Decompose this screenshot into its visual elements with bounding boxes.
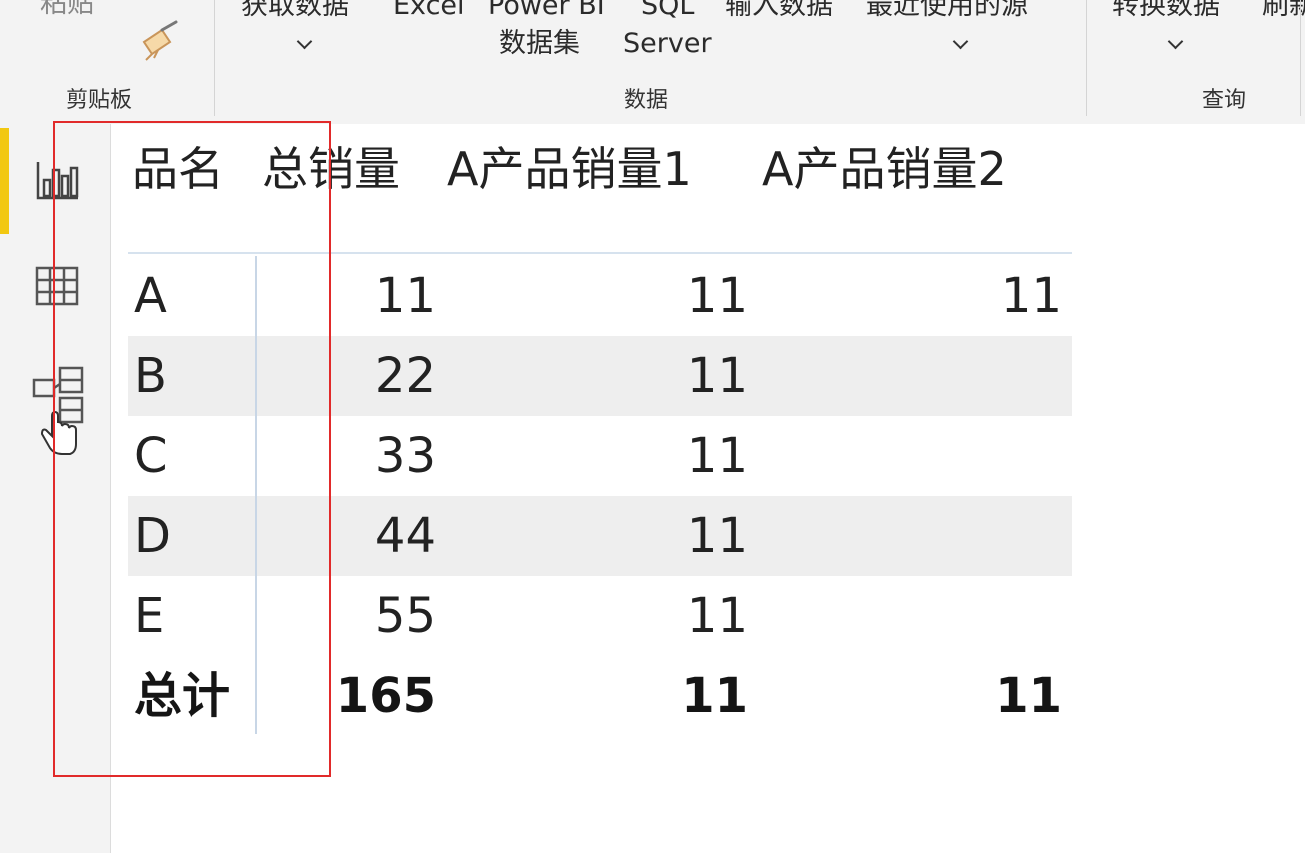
data-group-label: 数据 [624, 88, 669, 113]
query-group-label: 查询 [1202, 88, 1247, 113]
cell-total: 55 [374, 588, 436, 644]
cell-name: D [134, 508, 171, 564]
powerbi-dataset-button-line2[interactable]: 数据集 [499, 30, 580, 57]
bar-chart-icon [36, 162, 79, 200]
column-divider [255, 256, 257, 734]
cell-total: 22 [374, 348, 436, 404]
cell-name: A [134, 268, 167, 324]
table-row[interactable]: B 22 11 [128, 336, 1072, 416]
active-view-indicator [0, 128, 9, 234]
cell-a2: 11 [995, 668, 1062, 724]
recent-sources-button[interactable]: 最近使用的源 [866, 0, 1028, 19]
ribbon: 粘贴 剪贴板 获取数据 Excel Power BI 数据集 SQL Serve… [0, 0, 1305, 125]
cell-total: 33 [374, 428, 436, 484]
view-rail [0, 124, 111, 853]
get-data-button[interactable]: 获取数据 [241, 0, 349, 19]
recent-sources-chevron-down-icon[interactable] [952, 33, 969, 50]
sql-server-button-line2[interactable]: Server [623, 30, 712, 57]
sql-server-button[interactable]: SQL [641, 0, 694, 19]
cell-a1: 11 [686, 348, 748, 404]
model-diagram-icon [32, 366, 84, 455]
cell-name: 总计 [134, 668, 231, 724]
cell-name: E [134, 588, 165, 644]
excel-button[interactable]: Excel [393, 0, 465, 19]
column-header-a1[interactable]: A产品销量1 [447, 143, 692, 196]
model-view-button[interactable] [20, 356, 96, 455]
group-separator [1300, 0, 1301, 116]
group-separator [214, 0, 215, 116]
cell-a1: 11 [686, 268, 748, 324]
refresh-button[interactable]: 刷新 [1262, 0, 1305, 19]
column-header-total[interactable]: 总销量 [262, 143, 400, 196]
table-grid-icon [35, 266, 79, 306]
table-row[interactable]: D 44 11 [128, 496, 1072, 576]
column-header-a2[interactable]: A产品销量2 [762, 143, 1007, 196]
data-view-button[interactable] [20, 246, 96, 326]
transform-data-button[interactable]: 转换数据 [1112, 0, 1220, 19]
cell-a1: 11 [686, 588, 748, 644]
cell-total: 11 [374, 268, 436, 324]
report-view-button[interactable] [20, 140, 96, 220]
cell-total: 165 [335, 668, 436, 724]
cell-a2: 11 [1000, 268, 1062, 324]
header-divider [128, 252, 1072, 254]
cell-name: C [134, 428, 168, 484]
powerbi-dataset-button[interactable]: Power BI [488, 0, 605, 19]
enter-data-button[interactable]: 输入数据 [725, 0, 833, 19]
format-painter-icon[interactable] [136, 20, 186, 64]
cell-a1: 11 [686, 508, 748, 564]
cell-name: B [134, 348, 167, 404]
cell-total: 44 [374, 508, 436, 564]
cell-a1: 11 [686, 428, 748, 484]
table-row[interactable]: C 33 11 [128, 416, 1072, 496]
paste-button[interactable]: 粘贴 [40, 0, 94, 17]
cell-a1: 11 [681, 668, 748, 724]
clipboard-group-label: 剪贴板 [66, 88, 133, 113]
total-row[interactable]: 总计 165 11 11 [128, 656, 1072, 736]
table-row[interactable]: A 11 11 11 [128, 256, 1072, 336]
hand-cursor-icon [40, 410, 77, 455]
group-separator [1086, 0, 1087, 116]
table-row[interactable]: E 55 11 [128, 576, 1072, 656]
get-data-chevron-down-icon[interactable] [296, 33, 313, 50]
column-header-name[interactable]: 品名 [132, 143, 224, 196]
transform-data-chevron-down-icon[interactable] [1167, 33, 1184, 50]
